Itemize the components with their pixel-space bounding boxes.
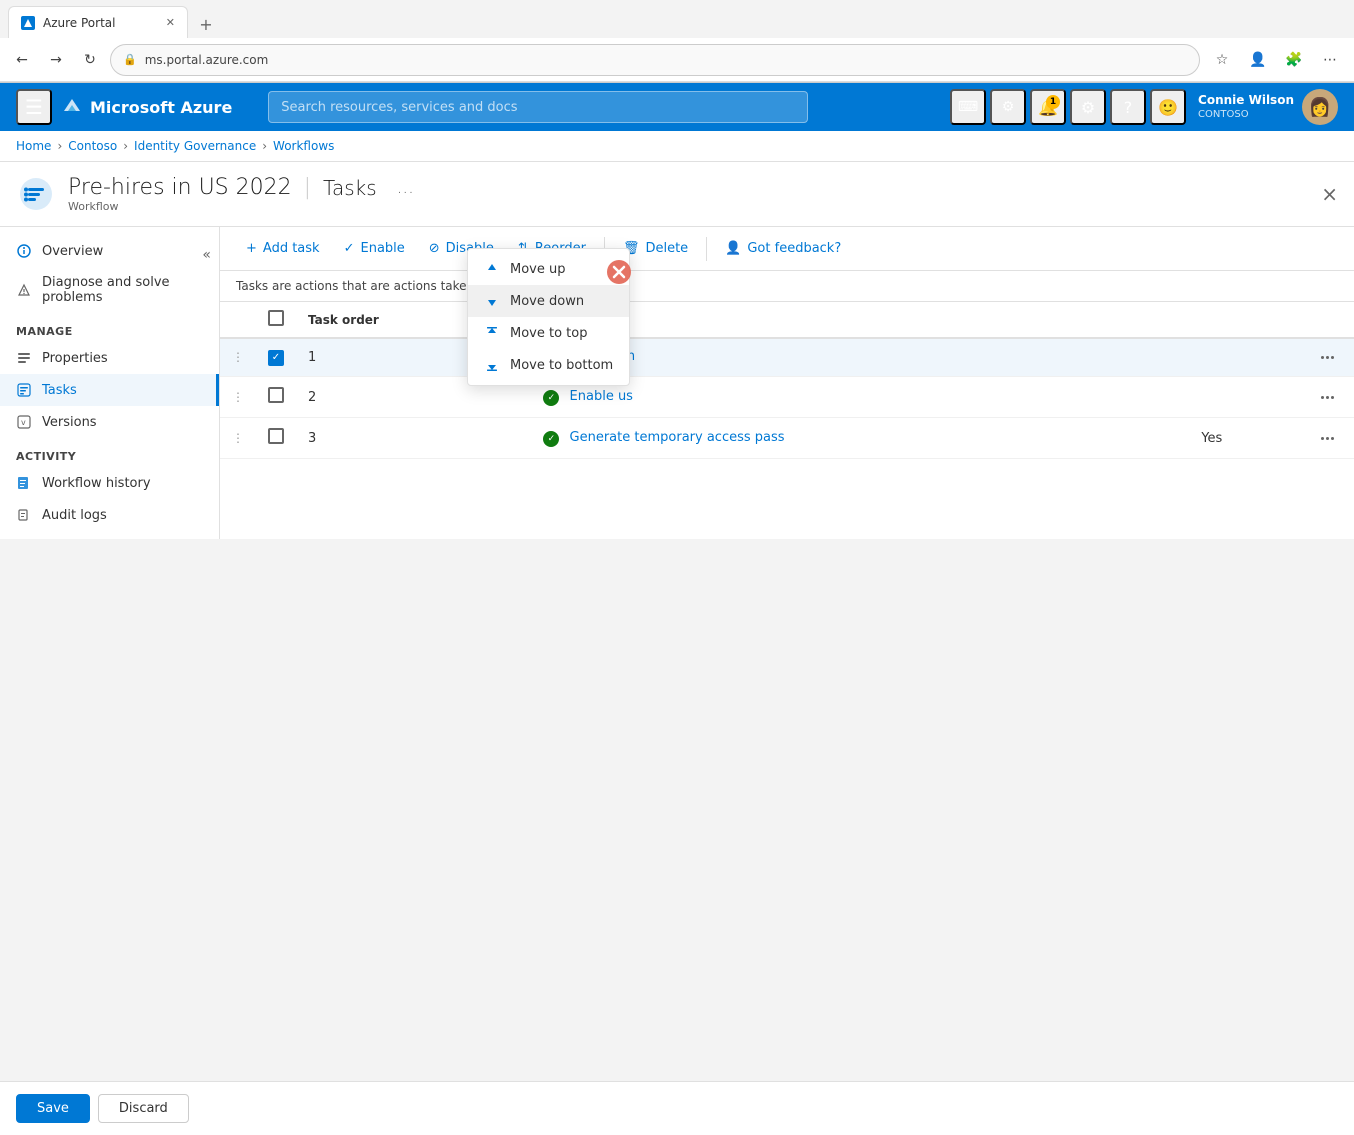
move-up-icon: [484, 261, 500, 277]
move-down-item[interactable]: Move down: [468, 285, 629, 317]
move-up-label: Move up: [510, 262, 566, 277]
move-down-label: Move down: [510, 294, 584, 309]
dropdown-overlay[interactable]: [0, 0, 1354, 1135]
move-to-bottom-icon: [484, 357, 500, 373]
move-to-top-item[interactable]: Move to top: [468, 317, 629, 349]
move-to-bottom-label: Move to bottom: [510, 358, 613, 373]
move-to-top-label: Move to top: [510, 326, 587, 341]
move-to-top-icon: [484, 325, 500, 341]
move-up-item[interactable]: Move up: [468, 253, 629, 285]
reorder-dropdown: Move up Move down Move to top Move to bo…: [467, 248, 630, 386]
move-down-icon: [484, 293, 500, 309]
move-to-bottom-item[interactable]: Move to bottom: [468, 349, 629, 381]
